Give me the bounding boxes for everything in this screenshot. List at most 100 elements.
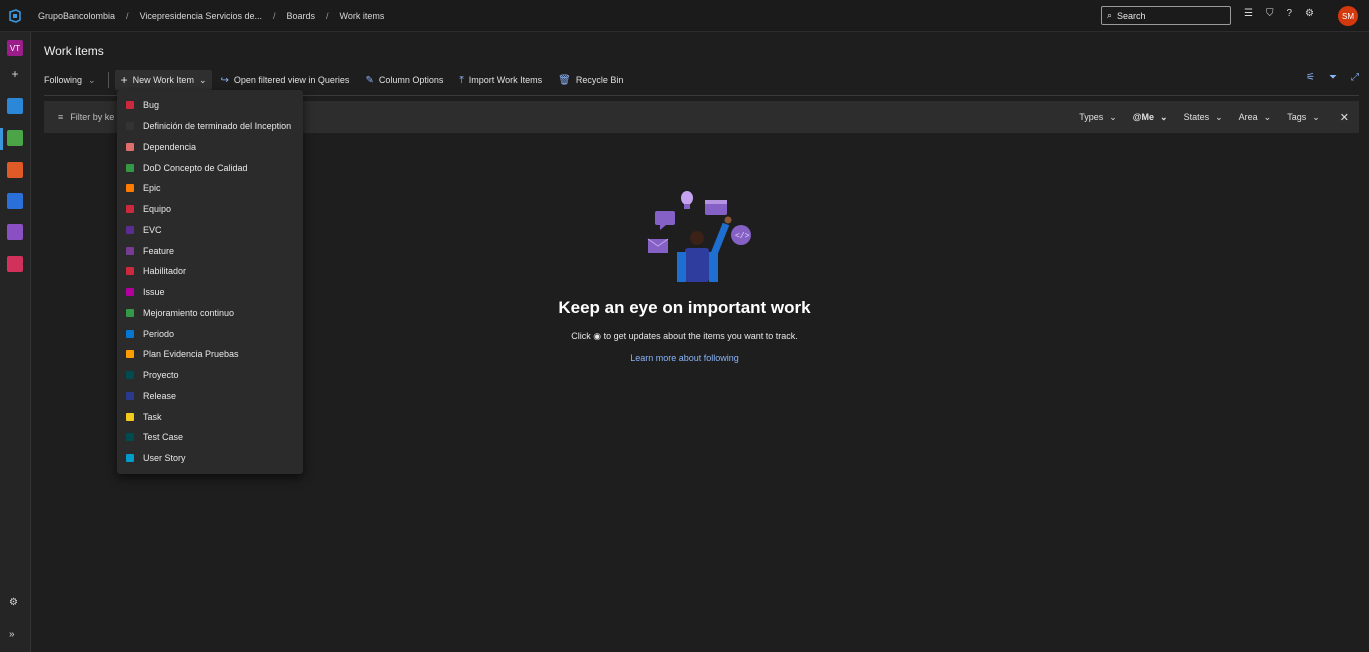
import-label: Import Work Items <box>468 75 543 85</box>
fullscreen-icon[interactable]: ⤢ <box>1351 72 1359 83</box>
menu-item-label: Definición de terminado del Inception <box>143 121 292 132</box>
task-list-icon[interactable]: ☰ <box>1244 8 1253 19</box>
breadcrumb-separator: / <box>126 10 129 21</box>
menu-item-label: Task <box>143 411 162 422</box>
project-settings-icon[interactable]: ⚙ <box>9 597 18 608</box>
area-filter[interactable]: Area ⌄ <box>1239 112 1272 123</box>
menu-item[interactable]: Plan Evidencia Pruebas <box>117 344 303 365</box>
menu-item[interactable]: Release <box>117 386 303 407</box>
breadcrumb-project[interactable]: Vicepresidencia Servicios de... <box>140 11 262 21</box>
types-filter[interactable]: Types ⌄ <box>1079 112 1117 123</box>
tags-filter[interactable]: Tags ⌄ <box>1287 112 1320 123</box>
breadcrumb: GrupoBancolombia / Vicepresidencia Servi… <box>38 11 384 21</box>
view-options-icon[interactable]: ⚟ <box>1306 72 1315 83</box>
subtitle-pre: Click <box>571 331 591 341</box>
menu-item[interactable]: Equipo <box>117 199 303 220</box>
menu-item-label: Proyecto <box>143 370 179 381</box>
search-icon: ⌕ <box>1107 10 1113 20</box>
chevron-down-icon: ⌄ <box>1109 111 1117 122</box>
marketplace-icon[interactable]: ⛉ <box>1266 8 1274 19</box>
repos-icon[interactable] <box>7 162 23 178</box>
menu-item-label: DoD Concepto de Calidad <box>143 162 248 173</box>
filter-icon: ≡ <box>58 112 64 122</box>
menu-item[interactable]: DoD Concepto de Calidad <box>117 157 303 178</box>
breadcrumb-work-items[interactable]: Work items <box>340 11 385 21</box>
column-options-button[interactable]: ✎ Column Options <box>365 75 443 86</box>
menu-item[interactable]: Proyecto <box>117 365 303 386</box>
boards-icon[interactable] <box>7 130 23 146</box>
avatar[interactable]: SM <box>1338 6 1358 26</box>
help-icon[interactable]: ? <box>1286 8 1292 19</box>
pipelines-icon[interactable] <box>7 193 23 209</box>
trash-icon: 🗑 <box>558 74 571 86</box>
filter-icon[interactable]: ⏷ <box>1329 72 1337 83</box>
chevron-down-icon: ⌄ <box>88 74 96 85</box>
menu-item[interactable]: User Story <box>117 448 303 469</box>
nav-selection-indicator <box>0 128 3 150</box>
menu-item[interactable]: Test Case <box>117 427 303 448</box>
divider <box>107 72 109 88</box>
area-label: Area <box>1238 112 1258 122</box>
new-work-item-button[interactable]: + New Work Item ⌄ <box>114 70 213 90</box>
work-item-type-icon <box>126 433 134 442</box>
menu-item[interactable]: Feature <box>117 240 303 261</box>
menu-item[interactable]: Definición de terminado del Inception <box>117 116 303 137</box>
open-queries-button[interactable]: ↪ Open filtered view in Queries <box>220 75 349 86</box>
menu-item[interactable]: Mejoramiento continuo <box>117 303 303 324</box>
view-options: ⚟ ⏷ ⤢ <box>1306 72 1359 83</box>
menu-item-label: Bug <box>143 100 160 111</box>
work-item-type-icon <box>126 288 134 297</box>
menu-item-label: Equipo <box>143 204 172 215</box>
menu-item[interactable]: Periodo <box>117 323 303 344</box>
close-icon[interactable]: ✕ <box>1340 111 1349 124</box>
breadcrumb-org[interactable]: GrupoBancolombia <box>38 11 115 21</box>
new-work-item-menu: Bug Definición de terminado del Inception… <box>117 90 303 474</box>
menu-item-label: Test Case <box>143 432 184 443</box>
menu-item[interactable]: Issue <box>117 282 303 303</box>
work-item-type-icon <box>126 267 134 276</box>
menu-item[interactable]: Task <box>117 406 303 427</box>
menu-item-label: Release <box>143 390 177 401</box>
expand-nav-icon[interactable]: » <box>9 629 15 640</box>
test-plans-icon[interactable] <box>7 224 23 240</box>
add-icon[interactable]: + <box>7 66 23 82</box>
command-bar: Following ⌄ + New Work Item ⌄ ↪ Open fil… <box>44 70 1359 90</box>
project-badge[interactable]: VT <box>7 40 23 56</box>
filter-input[interactable]: ≡ Filter by ke <box>58 112 114 122</box>
user-settings-icon[interactable]: ⚙ <box>1305 8 1314 19</box>
page-title: Work items <box>44 44 104 58</box>
chevron-down-icon: ⌄ <box>1215 111 1223 122</box>
azure-devops-logo-icon[interactable] <box>0 0 30 32</box>
subtitle-post: to get updates about the items you want … <box>603 331 798 341</box>
menu-item-label: Habilitador <box>143 266 187 277</box>
states-filter[interactable]: States ⌄ <box>1184 112 1223 123</box>
artifacts-icon[interactable] <box>7 256 23 272</box>
menu-item-label: Periodo <box>143 328 175 339</box>
upload-icon: ⤒ <box>459 74 464 86</box>
search-label: Search <box>1117 10 1146 21</box>
chevron-down-icon: ⌄ <box>1263 111 1272 122</box>
me-filter[interactable]: @Me ⌄ <box>1133 112 1168 123</box>
import-button[interactable]: ⤒ Import Work Items <box>459 75 542 86</box>
work-item-type-icon <box>126 350 134 359</box>
filter-pills: Types ⌄ @Me ⌄ States ⌄ Area ⌄ Tags ⌄ ✕ <box>1079 111 1349 124</box>
following-illustration: </> <box>640 188 760 286</box>
menu-item[interactable]: EVC <box>117 220 303 241</box>
overview-icon[interactable] <box>7 98 23 114</box>
menu-item[interactable]: Habilitador <box>117 261 303 282</box>
chevron-down-icon: ⌄ <box>198 74 207 85</box>
menu-item[interactable]: Epic <box>117 178 303 199</box>
breadcrumb-boards[interactable]: Boards <box>286 11 315 21</box>
types-label: Types <box>1079 112 1104 122</box>
plus-icon: + <box>120 73 128 87</box>
recycle-bin-button[interactable]: 🗑 Recycle Bin <box>558 75 623 86</box>
search-box[interactable]: ⌕ Search <box>1101 6 1231 25</box>
menu-item[interactable]: Bug <box>117 95 303 116</box>
menu-item-label: Plan Evidencia Pruebas <box>143 349 239 360</box>
work-item-type-icon <box>126 246 134 255</box>
work-item-type-icon <box>126 308 134 317</box>
menu-item[interactable]: Dependencia <box>117 137 303 158</box>
following-dropdown[interactable]: Following ⌄ <box>44 75 96 86</box>
work-item-type-icon <box>126 142 134 151</box>
work-item-type-icon <box>126 225 134 234</box>
